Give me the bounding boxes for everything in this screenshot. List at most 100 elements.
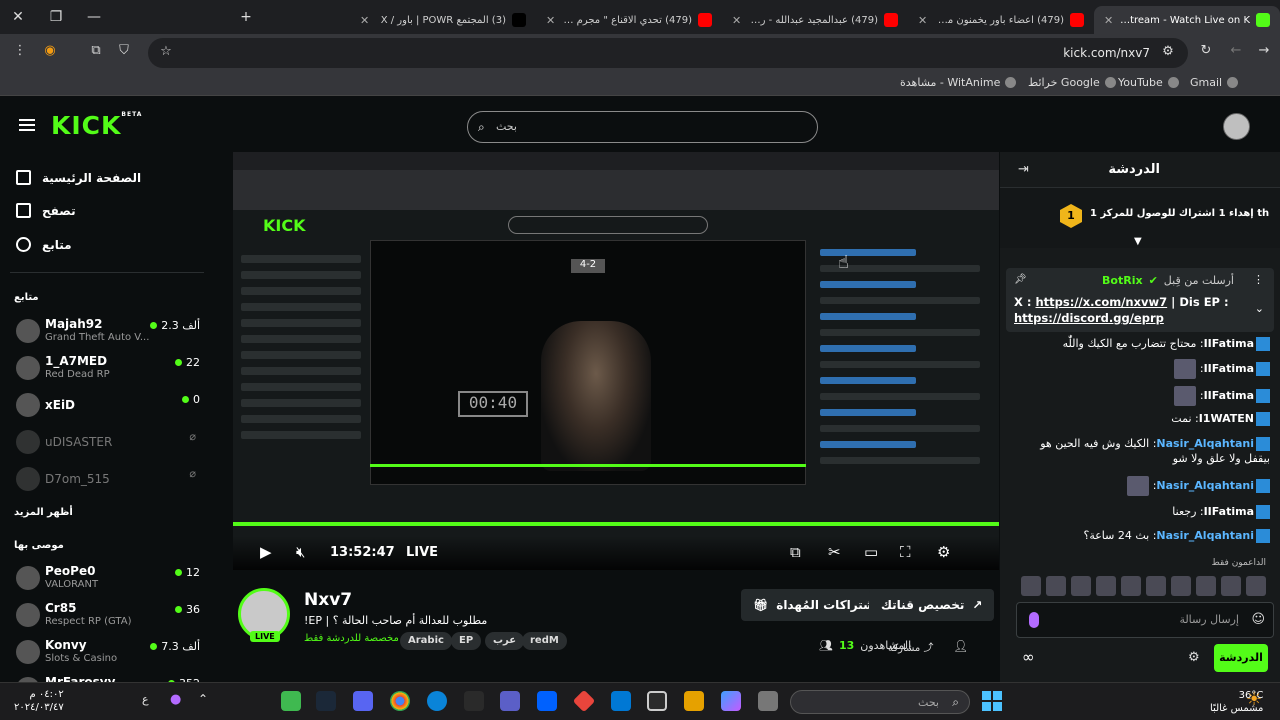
browser-tab-1[interactable]: (479) اعضاء باور يخمنون من الا...✕	[908, 6, 1094, 34]
share-button[interactable]: مشاركة ⤴	[888, 639, 933, 654]
forward-icon[interactable]: ←	[1226, 43, 1246, 58]
chat-username[interactable]: Nasir_Alqahtani	[1156, 529, 1254, 542]
app-icon-gray[interactable]	[758, 691, 778, 711]
chat-username[interactable]: IIFatima	[1204, 337, 1254, 350]
chat-username[interactable]: IIFatima	[1204, 505, 1254, 518]
restore-window-icon[interactable]: ❐	[38, 0, 74, 34]
bookmark-witanime[interactable]: مشاهدة - WitAnime	[900, 76, 1017, 89]
puzzle-icon[interactable]: ⧉	[86, 43, 106, 58]
close-tab-icon[interactable]: ✕	[918, 14, 927, 27]
dropbox-icon[interactable]	[537, 691, 557, 711]
close-tab-icon[interactable]: ✕	[1104, 14, 1113, 27]
settings-gear-icon[interactable]: ⚙	[937, 543, 950, 561]
store-icon[interactable]	[647, 691, 667, 711]
app-icon-red[interactable]	[572, 689, 596, 713]
mute-icon[interactable]: 🔇︎	[296, 543, 305, 561]
sidebar-item-home[interactable]: الصفحة الرئيسية	[16, 170, 141, 185]
taskbar-search[interactable]: بحث ⌕	[790, 690, 970, 714]
browser-tab-0[interactable]: Nxv7 Stream - Watch Live on K✕	[1094, 6, 1280, 34]
pin-icon[interactable]: 📌︎	[1014, 274, 1027, 285]
more-options-icon[interactable]: ⋮	[1253, 273, 1264, 286]
kick-logo[interactable]: KICKBETA	[51, 111, 142, 140]
close-tab-icon[interactable]: ✕	[360, 14, 369, 27]
hamburger-menu-icon[interactable]	[19, 119, 35, 131]
mic-tray-icon[interactable]: ●	[170, 692, 181, 707]
minimize-window-icon[interactable]: —	[76, 0, 112, 34]
chat-username[interactable]: IIFatima	[1204, 389, 1254, 402]
show-more-link[interactable]: أظهر المزيد	[14, 507, 73, 518]
discord-icon[interactable]	[353, 691, 373, 711]
reload-icon[interactable]: ↻	[1196, 43, 1216, 58]
close-tab-icon[interactable]: ✕	[732, 14, 741, 27]
pip-icon[interactable]: ⧉	[790, 543, 801, 561]
close-tab-icon[interactable]: ✕	[546, 14, 555, 27]
sidebar-item-following[interactable]: متابع	[16, 237, 72, 252]
user-avatar[interactable]	[1223, 113, 1250, 140]
streamer-name[interactable]: Nxv7	[304, 590, 352, 610]
live-indicator[interactable]: LIVE	[406, 545, 438, 560]
following-channel[interactable]: uDISASTER ⌀	[14, 426, 204, 458]
following-channel[interactable]: 1_A7MED Red Dead RP 22	[14, 352, 204, 384]
recommended-channel[interactable]: PeoPe0 VALORANT 12	[14, 562, 204, 594]
pinned-x-link[interactable]: https://x.com/nxvw7	[1035, 295, 1167, 309]
chat-settings-gear-icon[interactable]: ⚙	[1188, 650, 1200, 665]
chevron-down-icon[interactable]: ⌄	[1255, 302, 1264, 315]
new-tab-button[interactable]: +	[228, 0, 264, 34]
windows-start-icon[interactable]	[982, 691, 1002, 711]
browser-tab-4[interactable]: (3) المجتمع POWR | باور / X ✕	[350, 6, 536, 34]
tag-arab[interactable]: عرب	[485, 632, 525, 650]
stream-category[interactable]: مخصصة للدردشة فقط	[304, 633, 399, 644]
following-channel[interactable]: xEiD 0	[14, 389, 204, 421]
tag-redm[interactable]: redM	[522, 632, 567, 650]
omnibox[interactable]: ☆ ⚙	[148, 38, 1188, 68]
chat-username[interactable]: IIFatima	[1204, 362, 1254, 375]
outlook-icon[interactable]	[611, 691, 631, 711]
chat-send-button[interactable]: الدردشة	[1214, 644, 1268, 672]
tray-chevron-icon[interactable]: ⌃	[198, 692, 208, 706]
clip-icon[interactable]: ✂	[828, 543, 841, 561]
file-explorer-icon[interactable]	[684, 691, 704, 711]
chat-input[interactable]: إرسال رسالة ☺	[1016, 602, 1274, 638]
bookmark-gmail[interactable]: Gmail	[1190, 76, 1239, 89]
video-progress-bar[interactable]	[233, 522, 999, 526]
chrome-icon[interactable]	[390, 691, 410, 711]
mic-icon[interactable]	[1029, 612, 1039, 628]
recommended-channel[interactable]: Cr85 Respect RP (GTA) 36	[14, 599, 204, 631]
bookmark-star-icon[interactable]: ☆	[156, 44, 176, 59]
chat-username[interactable]: I1WATEN	[1199, 412, 1254, 425]
bookmark-youtube[interactable]: YouTube	[1118, 76, 1179, 89]
app-icon-1[interactable]	[281, 691, 301, 711]
back-icon[interactable]: →	[1254, 43, 1274, 58]
bookmark-google-maps[interactable]: خرائط Google	[1028, 76, 1116, 89]
collapse-chat-icon[interactable]: ⇥	[1018, 162, 1029, 177]
edge-icon[interactable]	[427, 691, 447, 711]
emoji-icon[interactable]: ☺	[1251, 612, 1265, 627]
language-indicator[interactable]: ع	[142, 693, 149, 706]
shield-icon[interactable]: ⛉	[114, 43, 134, 58]
customize-channel-button[interactable]: تخصيص قناتك ↗	[869, 589, 995, 621]
site-settings-icon[interactable]: ⚙	[1158, 44, 1178, 59]
pinned-discord-link[interactable]: https://discord.gg/eprp	[1014, 311, 1164, 325]
url-text[interactable]: kick.com/nxv7	[1063, 46, 1150, 60]
close-window-icon[interactable]: ✕	[0, 0, 36, 34]
teams-icon[interactable]	[500, 691, 520, 711]
following-channel[interactable]: D7om_515 ⌀	[14, 463, 204, 495]
chat-username[interactable]: Nasir_Alqahtani	[1156, 437, 1254, 450]
following-channel[interactable]: Majah92 Grand Theft Auto V... 2.3 ألف	[14, 315, 204, 347]
extension-icon[interactable]: ◉	[40, 43, 60, 58]
theater-icon[interactable]: ▭	[864, 543, 878, 561]
steam-icon[interactable]	[316, 691, 336, 711]
sidebar-item-browse[interactable]: تصفح	[16, 203, 76, 218]
epic-games-icon[interactable]	[464, 691, 484, 711]
search-input[interactable]: ⌕ بحث	[467, 111, 818, 143]
chat-username[interactable]: Nasir_Alqahtani	[1156, 479, 1254, 492]
expand-chevron-icon[interactable]: ▼	[1134, 236, 1142, 247]
browser-tab-2[interactable]: (479) عبدالمجيد عبدالله - رهيب ✕	[722, 6, 908, 34]
infinity-icon[interactable]: ∞	[1022, 648, 1035, 666]
fullscreen-icon[interactable]: ⛶	[900, 543, 911, 561]
follow-button[interactable]: 👤︎	[953, 639, 968, 653]
video-player[interactable]: KICK 4-2 00:40 ☝ ▶ 🔇︎ 13:52:47 LIVE ⧉ ✂ …	[233, 152, 999, 570]
play-icon[interactable]: ▶	[260, 543, 272, 561]
tag-arabic[interactable]: Arabic	[400, 632, 452, 650]
browser-tab-3[interactable]: (479) تحدي الاقناع " مجرم قيمز ض✕	[536, 6, 722, 34]
